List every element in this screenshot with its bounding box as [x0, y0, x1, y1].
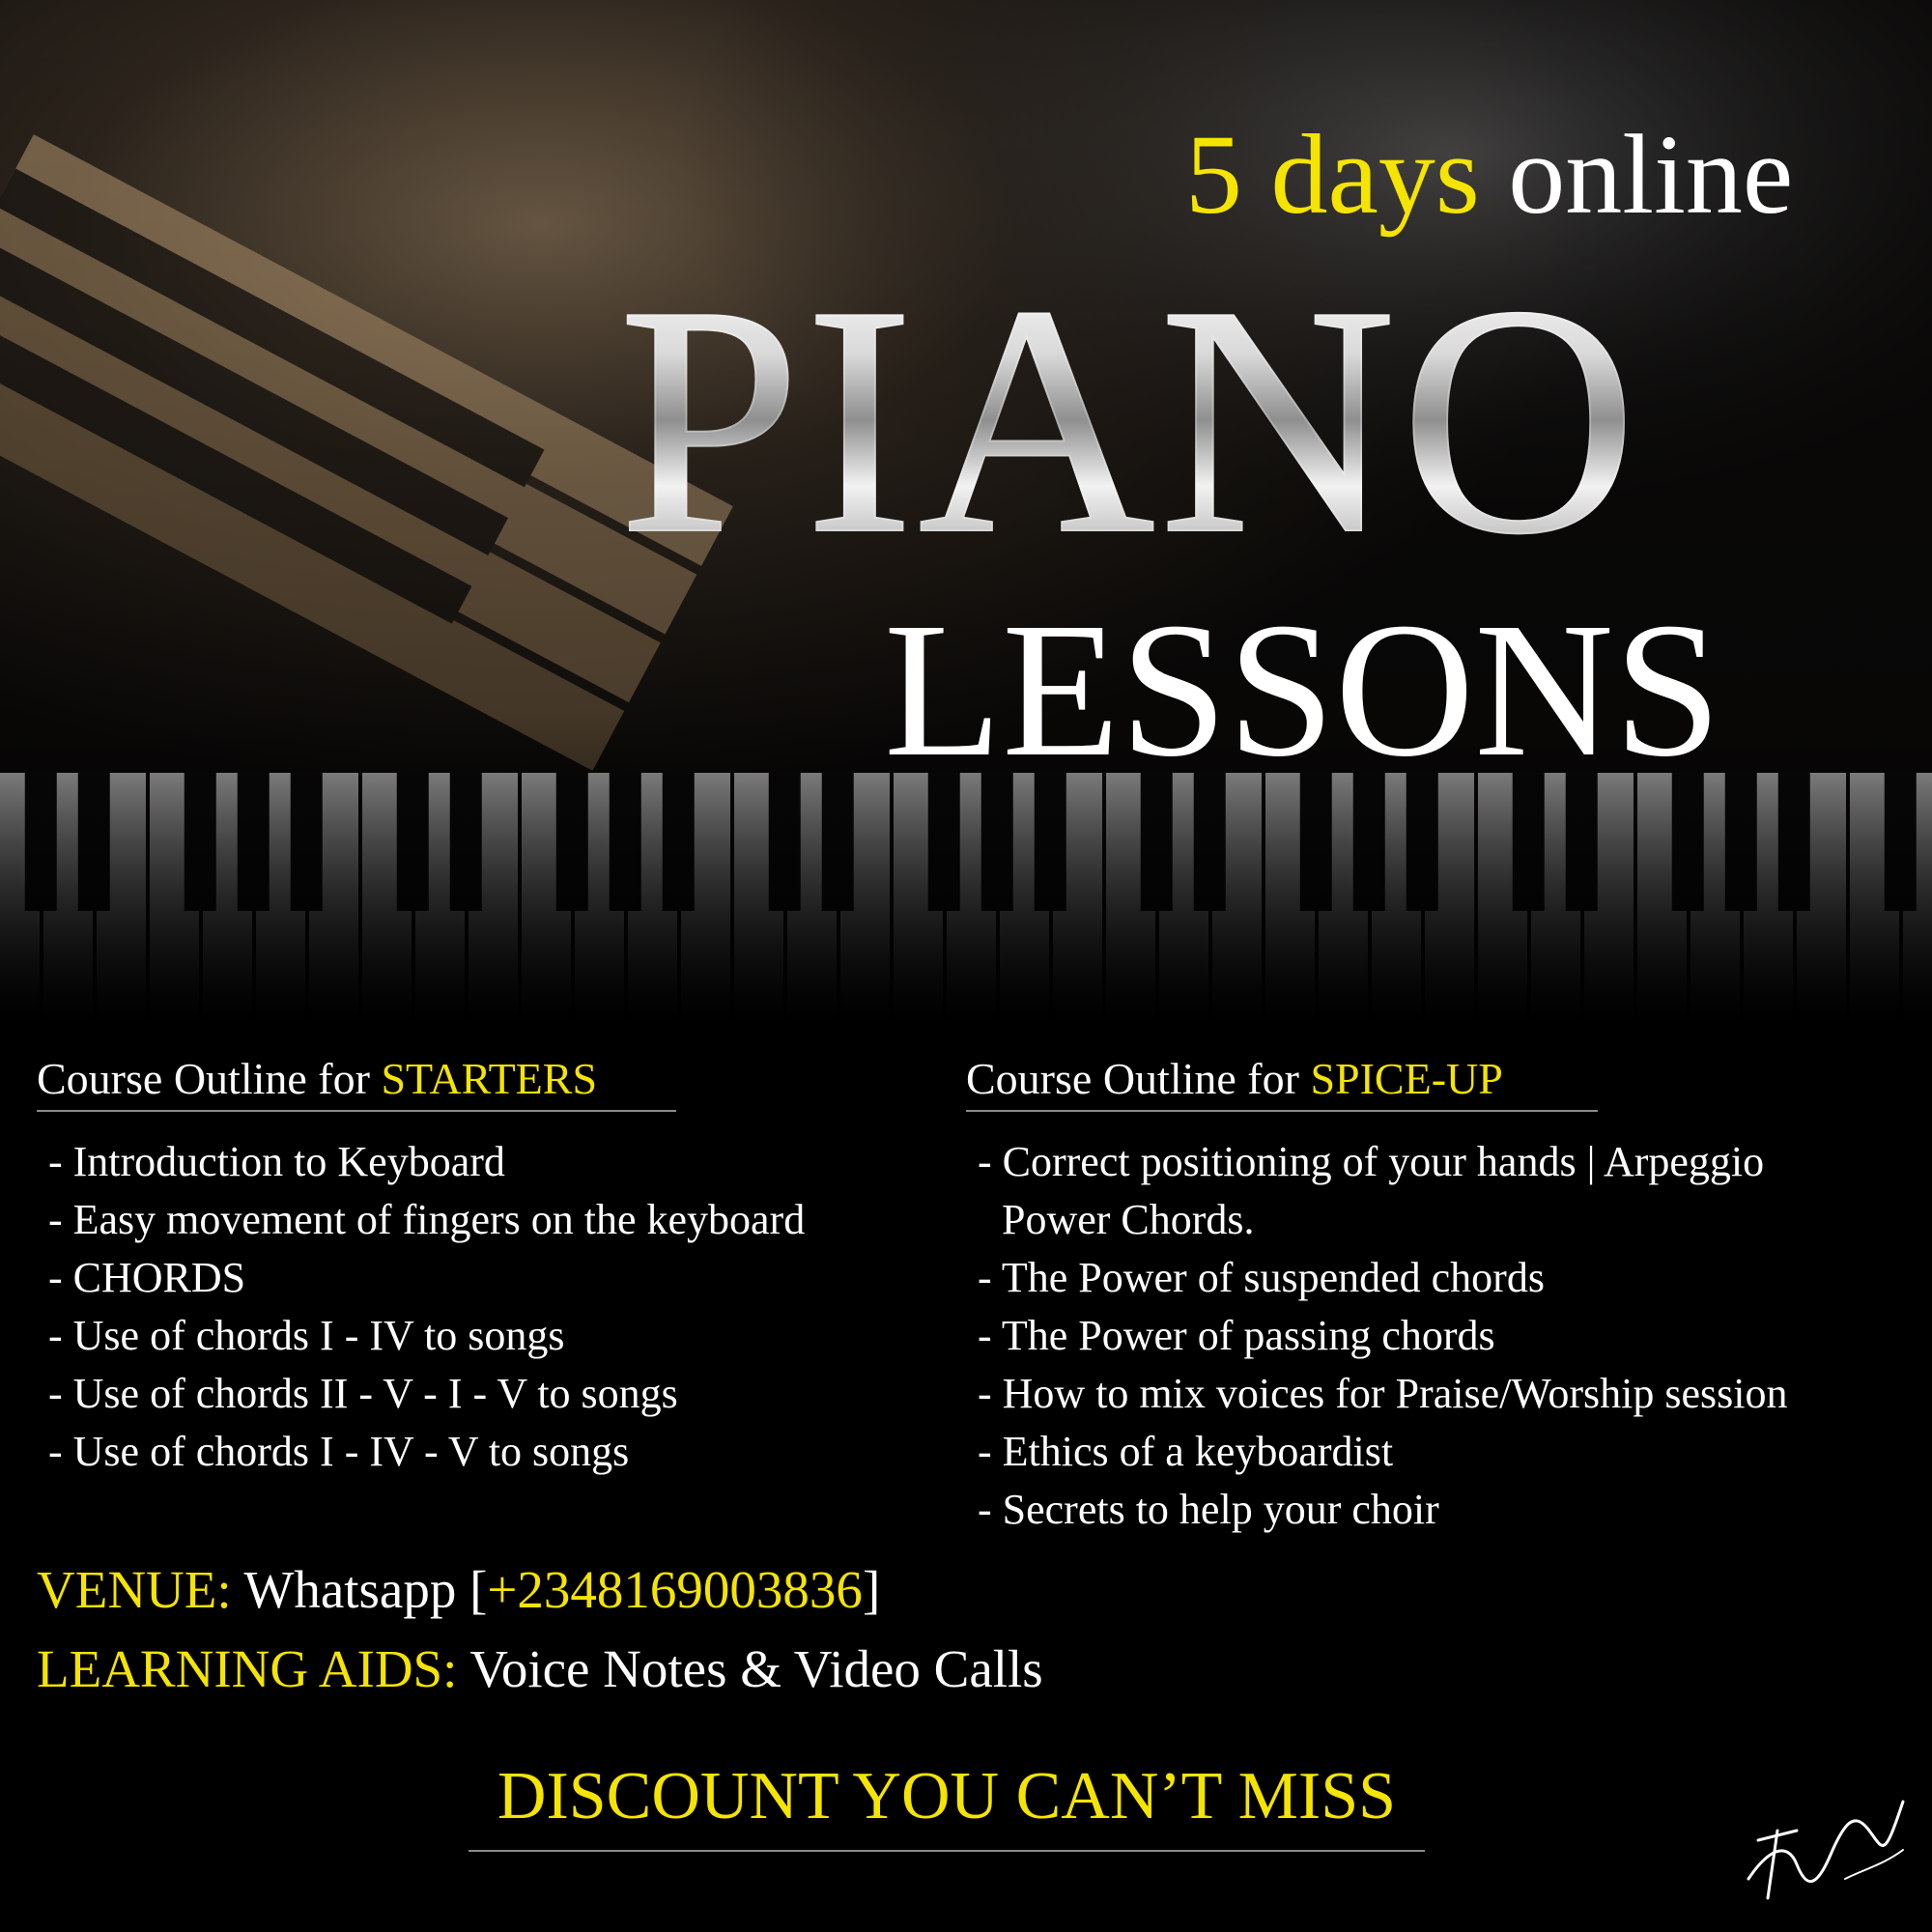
- starters-list: - Introduction to Keyboard - Easy moveme…: [37, 1133, 925, 1481]
- headline-rest: online: [1508, 111, 1794, 238]
- starters-heading-highlight: STARTERS: [381, 1054, 598, 1103]
- list-item: - Use of chords I - IV to songs: [48, 1312, 565, 1359]
- spiceup-list: - Correct positioning of your hands | Ar…: [966, 1133, 1913, 1539]
- learning-aids-value: Voice Notes & Video Calls: [469, 1639, 1043, 1698]
- spiceup-heading: Course Outline for SPICE-UP: [966, 1048, 1598, 1112]
- headline: 5 days online: [1185, 118, 1861, 232]
- starters-heading-prefix: Course Outline for: [37, 1054, 370, 1103]
- spiceup-heading-prefix: Course Outline for: [966, 1054, 1299, 1103]
- venue-value-pre: Whatsapp [: [243, 1560, 488, 1619]
- venue-line: VENUE: Whatsapp [+2348169003836]: [37, 1563, 880, 1616]
- list-item: - Ethics of a keyboardist: [978, 1428, 1394, 1475]
- venue-label: VENUE:: [37, 1560, 232, 1619]
- learning-aids-label: LEARNING AIDS:: [37, 1639, 458, 1698]
- starters-heading: Course Outline for STARTERS: [37, 1048, 676, 1112]
- discount-banner: DISCOUNT YOU CAN’T MISS: [497, 1759, 1397, 1833]
- list-item: - Use of chords I - IV - V to songs: [48, 1428, 630, 1475]
- spiceup-heading-highlight: SPICE-UP: [1310, 1054, 1503, 1103]
- list-item: - Introduction to Keyboard: [48, 1138, 505, 1185]
- starters-outline: Course Outline for STARTERS - Introducti…: [37, 1048, 925, 1481]
- spiceup-outline: Course Outline for SPICE-UP - Correct po…: [966, 1048, 1913, 1539]
- headline-highlight: 5 days: [1185, 111, 1480, 238]
- list-item: - The Power of passing chords: [978, 1312, 1495, 1359]
- list-item: - Secrets to help your choir: [978, 1486, 1439, 1533]
- learning-aids-line: LEARNING AIDS: Voice Notes & Video Calls: [37, 1642, 1043, 1695]
- list-item: - Correct positioning of your hands | Ar…: [978, 1133, 1913, 1249]
- list-item: - The Power of suspended chords: [978, 1254, 1545, 1301]
- artist-signature: [1747, 1800, 1905, 1900]
- list-item: - CHORDS: [48, 1254, 246, 1301]
- list-item: - Use of chords II - V - I - V to songs: [48, 1370, 678, 1417]
- list-item-text: - Correct positioning of your hands | Ar…: [978, 1138, 1765, 1185]
- venue-phone: +2348169003836: [487, 1560, 863, 1619]
- list-item-continuation: Power Chords.: [1002, 1196, 1255, 1243]
- lessons-title: LESSONS: [884, 583, 1721, 797]
- discount-underline: [469, 1850, 1425, 1852]
- list-item: - Easy movement of fingers on the keyboa…: [48, 1196, 806, 1243]
- poster: 5 days online PIANO LESSONS Course Outli…: [0, 0, 1932, 1932]
- piano-title: PIANO: [617, 255, 1874, 585]
- venue-value-post: ]: [862, 1560, 881, 1619]
- list-item: - How to mix voices for Praise/Worship s…: [978, 1370, 1788, 1417]
